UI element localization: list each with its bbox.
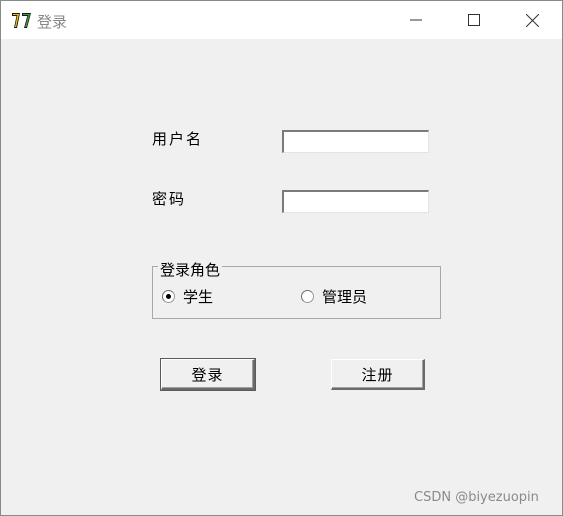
- password-label: 密码: [152, 190, 187, 208]
- minimize-button[interactable]: [387, 1, 445, 39]
- radio-student-circle[interactable]: [162, 290, 175, 303]
- app-logo-icon: [11, 10, 33, 30]
- maximize-button[interactable]: [445, 1, 503, 39]
- radio-admin[interactable]: 管理员: [301, 286, 367, 307]
- radio-selected-dot: [166, 294, 171, 299]
- maximize-icon: [468, 14, 480, 26]
- login-button[interactable]: 登录: [160, 358, 256, 391]
- radio-admin-label: 管理员: [322, 288, 368, 306]
- window-title: 登录: [37, 13, 68, 31]
- title-bar[interactable]: 登录: [1, 1, 562, 39]
- close-button[interactable]: [503, 1, 561, 39]
- close-icon: [525, 13, 539, 27]
- minimize-icon: [410, 19, 422, 21]
- radio-admin-circle[interactable]: [301, 290, 314, 303]
- radio-student-label: 学生: [183, 288, 214, 306]
- register-button[interactable]: 注册: [331, 359, 425, 390]
- username-label: 用户名: [152, 130, 204, 148]
- watermark-text: CSDN @biyezuopin: [414, 490, 539, 505]
- username-input[interactable]: [282, 130, 429, 153]
- password-input[interactable]: [282, 190, 429, 213]
- login-window: 登录 用户名 密码 登录角色 学生 管理员 登录 注册 CSDN @biyezu…: [0, 0, 563, 516]
- role-group-legend: 登录角色: [158, 259, 223, 280]
- radio-student[interactable]: 学生: [162, 286, 213, 307]
